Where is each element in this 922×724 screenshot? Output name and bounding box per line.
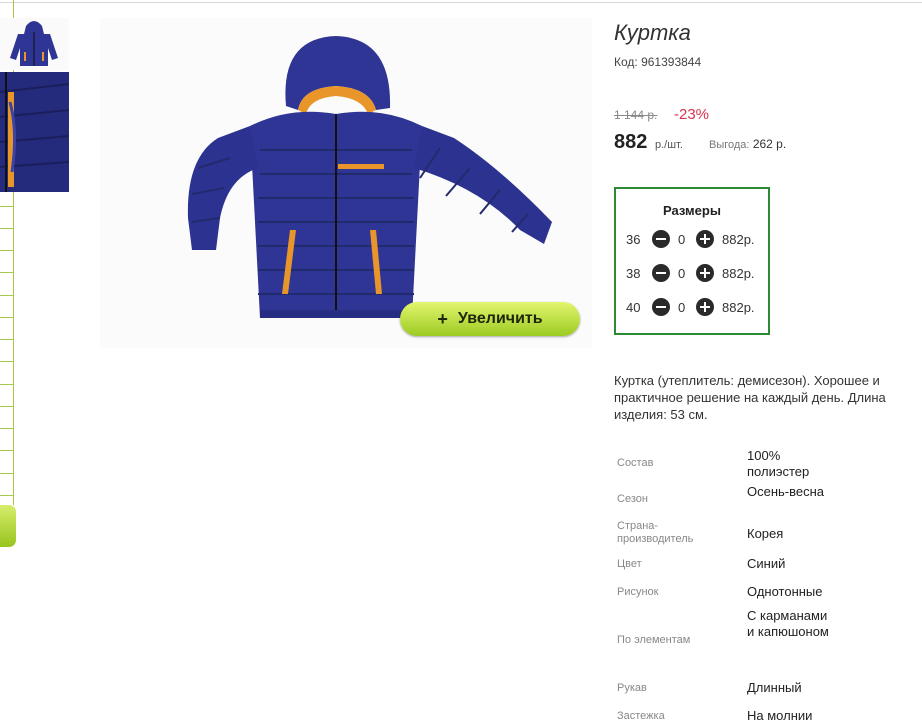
attribute-value: Однотонные [747, 584, 823, 599]
attribute-key: Сезон [617, 493, 648, 505]
attribute-key: Цвет [617, 558, 642, 570]
thumbnail-detail[interactable] [0, 72, 69, 192]
minus-icon[interactable] [652, 264, 670, 282]
attribute-value: Длинный [747, 680, 802, 695]
attribute-value: Синий [747, 556, 786, 571]
attribute-key: Рисунок [617, 586, 659, 598]
plus-circle-icon[interactable] [696, 264, 714, 282]
attribute-key: По элементам [617, 634, 691, 646]
minus-icon[interactable] [652, 298, 670, 316]
product-title: Куртка [614, 20, 691, 45]
attribute-value: Осень-весна [747, 484, 825, 499]
current-price: 882 [614, 131, 648, 153]
plus-circle-icon[interactable] [696, 298, 714, 316]
jacket-illustration [187, 36, 552, 318]
attribute-value: 100% полиэстер [747, 448, 810, 479]
benefit-label: Выгода: [709, 139, 750, 151]
size-price: 882р. [722, 266, 755, 281]
quantity-value: 0 [678, 300, 686, 315]
price-unit: р./шт. [655, 139, 683, 151]
attribute-value: На молнии [747, 708, 813, 723]
product-description: Куртка (утеплитель: демисезон). Хорошее … [614, 373, 886, 422]
top-divider [0, 2, 922, 3]
quantity-value: 0 [678, 232, 686, 247]
discount-badge: -23% [674, 106, 710, 123]
attribute-key: Состав [617, 457, 654, 469]
benefit-value: 262 р. [752, 137, 787, 151]
size-label: 40 [626, 300, 641, 315]
product-code: Код: 961393844 [614, 55, 702, 69]
size-label: 38 [626, 266, 641, 281]
sizes-panel: Размеры 36 0 882р. 38 0 882р. 40 0 882р. [614, 187, 770, 335]
attribute-key: Застежка [617, 710, 665, 722]
size-price: 882р. [722, 300, 755, 315]
zoom-label: Увеличить [457, 310, 543, 327]
quantity-value: 0 [678, 266, 686, 281]
attribute-key: Рукав [617, 682, 647, 694]
sizes-title: Размеры [663, 203, 721, 218]
attribute-value: С карманами и капюшоном [747, 608, 829, 639]
plus-circle-icon[interactable] [696, 230, 714, 248]
plus-icon: + [437, 308, 448, 329]
size-price: 882р. [722, 232, 755, 247]
thumbnail-front[interactable] [0, 18, 69, 70]
benefit: Выгода: 262 р. [709, 137, 786, 151]
attribute-value: Корея [747, 526, 784, 541]
rail-scroll-tab[interactable] [0, 505, 16, 547]
size-label: 36 [626, 232, 641, 247]
attribute-key: Страна-производитель [617, 520, 694, 545]
product-photo[interactable] [100, 18, 592, 348]
zoom-button[interactable]: + Увеличить [400, 302, 580, 336]
minus-icon[interactable] [652, 230, 670, 248]
old-price: 1 144 р. [614, 108, 658, 122]
